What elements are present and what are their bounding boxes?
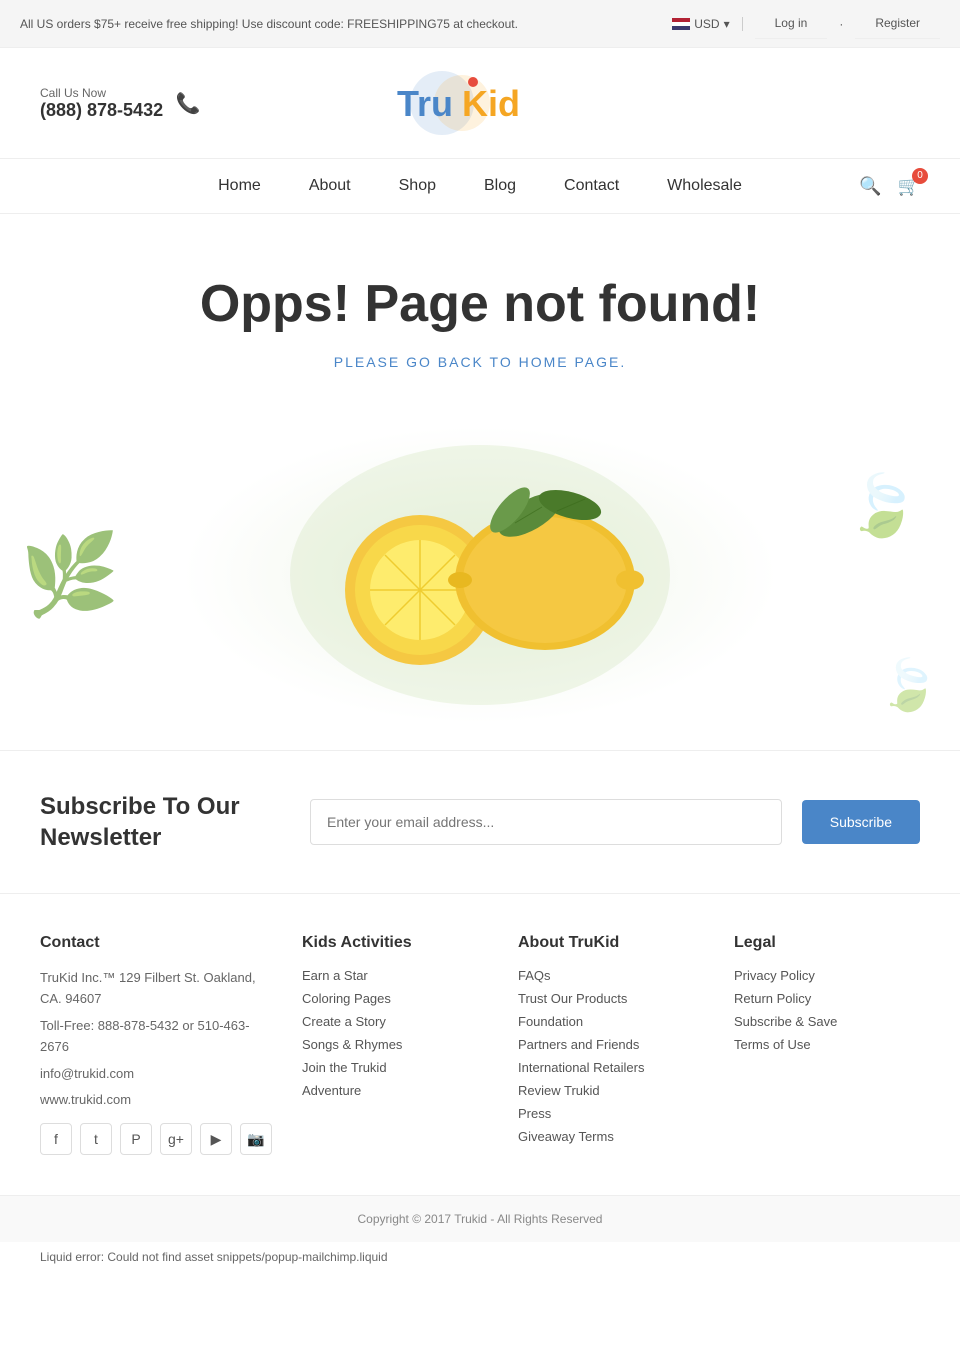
top-banner-right: USD ▾ Log in · Register [672, 8, 940, 39]
lemon-svg [280, 415, 680, 735]
footer-legal-title: Legal [734, 934, 920, 952]
footer-address: TruKid Inc.™ 129 Filbert St. Oakland, CA… [40, 968, 272, 1010]
newsletter-subscribe-button[interactable]: Subscribe [802, 800, 920, 844]
footer-legal-section: Legal Privacy Policy Return Policy Subsc… [734, 934, 920, 1155]
google-plus-icon[interactable]: g+ [160, 1123, 192, 1155]
footer-link-join[interactable]: Join the Trukid [302, 1060, 488, 1075]
logo-svg: Tru Kid [387, 68, 537, 138]
cart-icon[interactable]: 🛒 0 [898, 176, 920, 197]
top-banner: All US orders $75+ receive free shipping… [0, 0, 960, 48]
phone-info: Call Us Now (888) 878-5432 [40, 86, 163, 121]
nav-home[interactable]: Home [214, 169, 265, 203]
navbar: Home About Shop Blog Contact Wholesale 🔍… [0, 159, 960, 214]
copyright-bar: Copyright © 2017 Trukid - All Rights Res… [0, 1195, 960, 1242]
separator: · [839, 17, 843, 31]
footer-link-coloring[interactable]: Coloring Pages [302, 991, 488, 1006]
footer-link-press[interactable]: Press [518, 1106, 704, 1121]
footer-link-review[interactable]: Review Trukid [518, 1083, 704, 1098]
newsletter-email-input[interactable] [310, 799, 782, 845]
login-link[interactable]: Log in [755, 8, 828, 39]
footer-tollfree: Toll-Free: 888-878-5432 or 510-463-2676 [40, 1016, 272, 1058]
error-section: Opps! Page not found! PLEASE GO BACK TO … [0, 214, 960, 750]
flag-icon [672, 18, 690, 30]
phone-icon: 📞 [173, 88, 203, 118]
svg-text:Kid: Kid [462, 83, 520, 124]
footer-contact-section: Contact TruKid Inc.™ 129 Filbert St. Oak… [40, 934, 272, 1155]
header-contact: Call Us Now (888) 878-5432 📞 [40, 86, 203, 121]
currency-chevron: ▾ [724, 17, 730, 31]
footer-link-return[interactable]: Return Policy [734, 991, 920, 1006]
nav-blog[interactable]: Blog [480, 169, 520, 203]
banner-message: All US orders $75+ receive free shipping… [20, 17, 518, 31]
error-title: Opps! Page not found! [20, 274, 940, 334]
liquid-error: Liquid error: Could not find asset snipp… [0, 1242, 960, 1272]
footer-link-adventure[interactable]: Adventure [302, 1083, 488, 1098]
instagram-icon[interactable]: 📷 [240, 1123, 272, 1155]
leaf-right-top-icon: 🍃 [845, 470, 920, 541]
footer-link-subscribe-save[interactable]: Subscribe & Save [734, 1014, 920, 1029]
cart-badge: 0 [912, 168, 928, 184]
social-icons: f t P g+ ▶ 📷 [40, 1123, 272, 1155]
phone-number[interactable]: (888) 878-5432 [40, 100, 163, 121]
footer-about-title: About TruKid [518, 934, 704, 952]
leaf-right-bottom-icon: 🍃 [878, 656, 940, 715]
nav-about[interactable]: About [305, 169, 355, 203]
footer-contact-title: Contact [40, 934, 272, 952]
twitter-icon[interactable]: t [80, 1123, 112, 1155]
footer-link-foundation[interactable]: Foundation [518, 1014, 704, 1029]
divider [742, 17, 743, 31]
youtube-icon[interactable]: ▶ [200, 1123, 232, 1155]
footer-kids-activities-section: Kids Activities Earn a Star Coloring Pag… [302, 934, 488, 1155]
footer-link-giveaway[interactable]: Giveaway Terms [518, 1129, 704, 1144]
nav-icons: 🔍 🛒 0 [859, 176, 920, 197]
nav-shop[interactable]: Shop [395, 169, 440, 203]
currency-selector[interactable]: USD ▾ [672, 17, 729, 31]
footer-link-trust[interactable]: Trust Our Products [518, 991, 704, 1006]
currency-label: USD [694, 17, 719, 31]
newsletter-section: Subscribe To Our Newsletter Subscribe [0, 750, 960, 894]
footer-about-section: About TruKid FAQs Trust Our Products Fou… [518, 934, 704, 1155]
footer-kids-title: Kids Activities [302, 934, 488, 952]
register-link[interactable]: Register [855, 8, 940, 39]
home-link[interactable]: PLEASE GO BACK TO HOME PAGE. [334, 354, 627, 370]
footer-link-earn-star[interactable]: Earn a Star [302, 968, 488, 983]
footer-link-songs[interactable]: Songs & Rhymes [302, 1037, 488, 1052]
liquid-error-text: Liquid error: Could not find asset snipp… [40, 1250, 388, 1264]
error-subtitle: PLEASE GO BACK TO HOME PAGE. [20, 354, 940, 370]
header: Call Us Now (888) 878-5432 📞 Tru Kid [0, 48, 960, 159]
call-now-label: Call Us Now [40, 86, 163, 100]
footer-link-terms[interactable]: Terms of Use [734, 1037, 920, 1052]
facebook-icon[interactable]: f [40, 1123, 72, 1155]
nav-wholesale[interactable]: Wholesale [663, 169, 746, 203]
footer-email[interactable]: info@trukid.com [40, 1064, 272, 1085]
copyright-text: Copyright © 2017 Trukid - All Rights Res… [358, 1212, 603, 1226]
search-icon[interactable]: 🔍 [859, 176, 881, 197]
footer-link-international[interactable]: International Retailers [518, 1060, 704, 1075]
footer-website[interactable]: www.trukid.com [40, 1090, 272, 1111]
nav-contact[interactable]: Contact [560, 169, 623, 203]
leaf-left-icon: 🌿 [20, 528, 120, 622]
lemon-illustration: 🌿 [20, 400, 940, 750]
footer-link-partners[interactable]: Partners and Friends [518, 1037, 704, 1052]
logo-container[interactable]: Tru Kid [203, 68, 720, 138]
logo[interactable]: Tru Kid [387, 68, 537, 138]
footer: Contact TruKid Inc.™ 129 Filbert St. Oak… [0, 894, 960, 1195]
svg-text:Tru: Tru [397, 83, 453, 124]
footer-link-privacy[interactable]: Privacy Policy [734, 968, 920, 983]
newsletter-title: Subscribe To Our Newsletter [40, 791, 290, 853]
pinterest-icon[interactable]: P [120, 1123, 152, 1155]
footer-link-faqs[interactable]: FAQs [518, 968, 704, 983]
footer-link-story[interactable]: Create a Story [302, 1014, 488, 1029]
